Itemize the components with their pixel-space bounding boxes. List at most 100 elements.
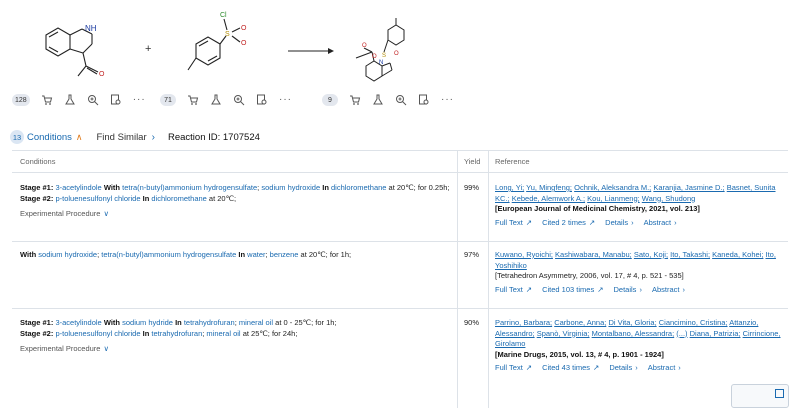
reaction-arrow xyxy=(288,48,334,54)
reference-block: Parrino, Barbara; Carbone, Anna; Di Vita… xyxy=(495,318,790,374)
reactant-tosyl-chloride-structure[interactable]: Cl S O O xyxy=(180,4,260,86)
external-link-icon: ↗ xyxy=(525,363,533,372)
yield-value: 90% xyxy=(464,318,480,327)
author-link[interactable]: Kebede, Alemwork A.; xyxy=(512,194,585,203)
author-link[interactable]: Karanjia, Jasmine D.; xyxy=(653,183,724,192)
author-link[interactable]: Spanò, Virginia; xyxy=(537,329,590,338)
external-link-icon: ↗ xyxy=(597,284,604,294)
find-similar-link[interactable]: Find Similar xyxy=(96,132,146,143)
reference-block: Long, Yi; Yu, Mingfeng; Ochnik, Aleksand… xyxy=(495,183,790,228)
column-header-conditions: Conditions xyxy=(20,156,56,166)
feedback-widget[interactable] xyxy=(731,384,789,408)
caret-up-icon[interactable]: ∧ xyxy=(76,132,83,143)
table-row: Stage #1: 3-acetylindole With tetra(n-bu… xyxy=(20,183,452,220)
conditions-toggle[interactable]: Conditions xyxy=(27,132,72,143)
author-link[interactable]: Wang, Shudong xyxy=(642,194,696,203)
svg-text:O: O xyxy=(372,54,377,60)
author-link[interactable]: Di Vita, Gloria; xyxy=(608,318,656,327)
journal-citation: [European Journal of Medicinal Chemistry… xyxy=(495,204,700,213)
zoom-icon[interactable] xyxy=(87,94,99,106)
chevron-down-icon: ∨ xyxy=(103,344,109,353)
cited-by-link[interactable]: Cited 43 times ↗ xyxy=(542,363,599,374)
author-link[interactable]: Sato, Koji; xyxy=(634,250,668,259)
count-badge[interactable]: 128 xyxy=(12,94,30,106)
table-row: With sodium hydroxide; tetra(n-butyl)amm… xyxy=(20,250,352,259)
external-link-icon: ↗ xyxy=(593,363,600,372)
nh-atom-label: NH xyxy=(85,24,97,33)
reactant1-toolbar: 128 ··· xyxy=(12,92,146,108)
document-search-icon[interactable] xyxy=(256,94,268,106)
cited-by-link[interactable]: Cited 103 times ↗ xyxy=(542,285,603,296)
column-header-yield: Yield xyxy=(464,156,481,166)
conditions-count-badge: 13 xyxy=(10,130,24,144)
product-toolbar: 9 ··· xyxy=(322,92,454,108)
details-link[interactable]: Details › xyxy=(609,363,637,374)
chevron-right-icon: › xyxy=(678,363,681,372)
full-text-link[interactable]: Full Text ↗ xyxy=(495,218,532,229)
full-text-link[interactable]: Full Text ↗ xyxy=(495,285,532,296)
chevron-right-icon: › xyxy=(639,284,642,294)
author-link[interactable]: Ciancimino, Cristina; xyxy=(659,318,728,327)
cited-by-link[interactable]: Cited 2 times ↗ xyxy=(542,218,595,229)
svg-text:O: O xyxy=(362,43,367,49)
author-link[interactable]: Carbone, Anna; xyxy=(554,318,606,327)
author-link[interactable]: Kashiwabara, Manabu; xyxy=(555,250,632,259)
more-options-icon[interactable]: ··· xyxy=(441,95,454,105)
details-link[interactable]: Details › xyxy=(605,218,633,229)
flask-icon[interactable] xyxy=(372,94,384,106)
more-options-icon[interactable]: ··· xyxy=(133,95,146,105)
journal-citation: [Marine Drugs, 2015, vol. 13, # 4, p. 19… xyxy=(495,349,664,359)
author-link[interactable]: Ochnik, Aleksandra M.; xyxy=(574,183,651,192)
author-link[interactable]: Kaneda, Kohei; xyxy=(712,250,763,259)
journal-citation: [Tetrahedron Asymmetry, 2006, vol. 17, #… xyxy=(495,271,684,280)
author-link[interactable]: Yu, Mingfeng; xyxy=(526,183,572,192)
expand-authors-link[interactable]: (...) xyxy=(676,329,687,338)
flask-icon[interactable] xyxy=(64,94,76,106)
zoom-icon[interactable] xyxy=(395,94,407,106)
chevron-down-icon: ∨ xyxy=(103,209,109,218)
cart-icon[interactable] xyxy=(187,94,199,106)
cart-icon[interactable] xyxy=(41,94,53,106)
chevron-right-icon: › xyxy=(682,284,685,294)
author-link[interactable]: Long, Yi; xyxy=(495,183,524,192)
yield-value: 99% xyxy=(464,183,480,192)
author-link[interactable]: Parrino, Barbara; xyxy=(495,318,552,327)
reaction-scheme: NH O + Cl S O O N S O O O 128 ··· 71 ···… xyxy=(0,0,800,118)
chevron-right-icon: › xyxy=(635,363,638,372)
flask-icon[interactable] xyxy=(210,94,222,106)
cl-atom-label: Cl xyxy=(220,12,227,19)
author-link[interactable]: Diana, Patrizia; xyxy=(690,329,741,338)
product-structure[interactable]: N S O O O xyxy=(350,8,420,88)
plus-sign: + xyxy=(145,43,152,55)
table-row: Stage #1: 3-acetylindole With sodium hyd… xyxy=(20,318,452,355)
details-link[interactable]: Details › xyxy=(614,285,642,296)
author-link[interactable]: Kuwano, Ryoichi; xyxy=(495,250,553,259)
expand-icon[interactable] xyxy=(775,389,784,398)
cart-icon[interactable] xyxy=(349,94,361,106)
zoom-icon[interactable] xyxy=(233,94,245,106)
svg-text:N: N xyxy=(379,60,383,66)
o-atom-label: O xyxy=(241,25,247,32)
experimental-procedure-toggle[interactable]: Experimental Procedure ∨ xyxy=(20,344,452,355)
count-badge[interactable]: 71 xyxy=(160,94,176,106)
external-link-icon: ↗ xyxy=(525,217,533,227)
count-badge[interactable]: 9 xyxy=(322,94,338,106)
full-text-link[interactable]: Full Text ↗ xyxy=(495,363,532,374)
reactant-3-acetylindole-structure[interactable]: NH O xyxy=(38,12,118,84)
author-link[interactable]: Montalbano, Alessandra; xyxy=(592,329,675,338)
more-options-icon[interactable]: ··· xyxy=(279,95,292,105)
chevron-right-icon[interactable]: › xyxy=(152,132,155,143)
experimental-procedure-toggle[interactable]: Experimental Procedure ∨ xyxy=(20,209,452,220)
abstract-link[interactable]: Abstract › xyxy=(648,363,681,374)
abstract-link[interactable]: Abstract › xyxy=(644,218,677,229)
external-link-icon: ↗ xyxy=(525,284,533,294)
document-search-icon[interactable] xyxy=(418,94,430,106)
conditions-header: 13 Conditions ∧ Find Similar › Reaction … xyxy=(10,129,260,145)
author-link[interactable]: Kou, Lianmeng; xyxy=(587,194,640,203)
abstract-link[interactable]: Abstract › xyxy=(652,285,685,296)
reaction-id: Reaction ID: 1707524 xyxy=(167,131,260,143)
document-search-icon[interactable] xyxy=(110,94,122,106)
author-link[interactable]: Ito, Takashi; xyxy=(670,250,710,259)
s-atom-label: S xyxy=(225,31,230,38)
o-atom-label: O xyxy=(241,40,247,47)
